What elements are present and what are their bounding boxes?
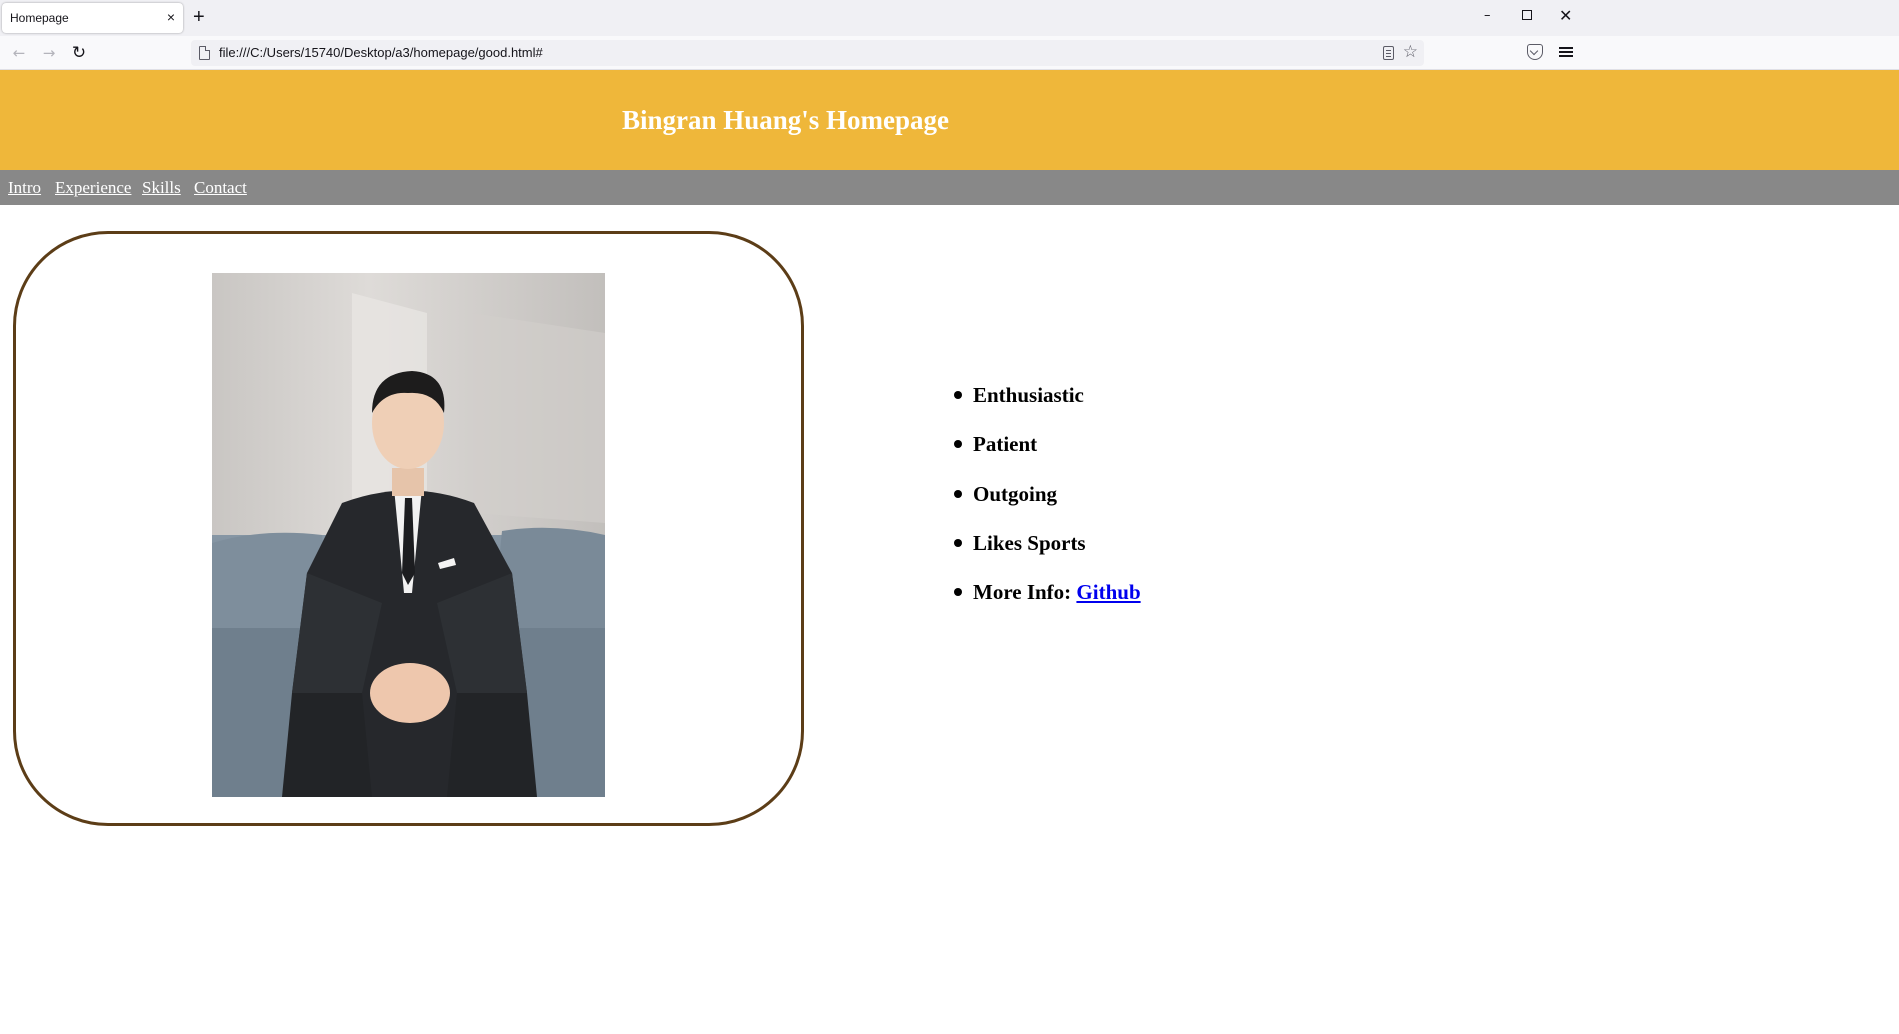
pocket-icon[interactable] [1527,44,1543,60]
trait-label: Patient [973,432,1038,457]
bookmark-star-icon[interactable]: ☆ [1403,42,1418,62]
nav-link-contact[interactable]: Contact [194,179,247,197]
traits-list: Enthusiastic Patient Outgoing Likes Spor… [951,380,1141,626]
list-item: More Info: Github [951,577,1141,626]
list-item: Patient [951,429,1141,478]
back-icon[interactable]: ← [8,42,30,64]
list-item: Likes Sports [951,528,1141,577]
profile-photo [212,273,605,797]
page-title: Bingran Huang's Homepage [621,105,950,135]
bullet-icon [954,391,962,399]
browser-tab[interactable]: Homepage × [2,3,183,33]
browser-toolbar: ← → ↻ file:///C:/Users/15740/Desktop/a3/… [0,36,1899,70]
url-text[interactable]: file:///C:/Users/15740/Desktop/a3/homepa… [219,45,543,60]
site-nav: Intro Experience Skills Contact [0,170,1899,205]
bullet-icon [954,588,962,597]
list-item: Enthusiastic [951,380,1141,429]
close-window-icon[interactable]: ✕ [1559,6,1572,25]
new-tab-button[interactable]: + [193,6,205,28]
menu-icon[interactable] [1559,47,1573,49]
list-item: Outgoing [951,479,1141,528]
trait-label: Likes Sports [973,530,1086,555]
nav-link-experience[interactable]: Experience [55,179,131,197]
forward-icon[interactable]: → [38,42,60,64]
browser-tab-bar: Homepage × + – ✕ [0,0,1899,36]
minimize-icon[interactable]: – [1484,8,1491,23]
tab-title: Homepage [10,11,69,25]
page-icon [199,46,210,60]
bullet-icon [954,440,962,449]
nav-link-intro[interactable]: Intro [8,179,41,197]
trait-label: Outgoing [973,481,1058,506]
reload-icon[interactable]: ↻ [68,42,90,64]
trait-label: Enthusiastic [973,383,1084,407]
bullet-icon [954,489,962,498]
address-bar[interactable]: file:///C:/Users/15740/Desktop/a3/homepa… [191,40,1424,66]
tab-close-icon[interactable]: × [167,9,175,25]
more-info-label: More Info: [973,580,1072,605]
nav-link-skills[interactable]: Skills [142,179,181,197]
reader-view-icon[interactable] [1383,46,1394,60]
bullet-icon [954,538,962,547]
github-link[interactable]: Github [1076,580,1140,604]
restore-icon[interactable] [1522,10,1532,20]
